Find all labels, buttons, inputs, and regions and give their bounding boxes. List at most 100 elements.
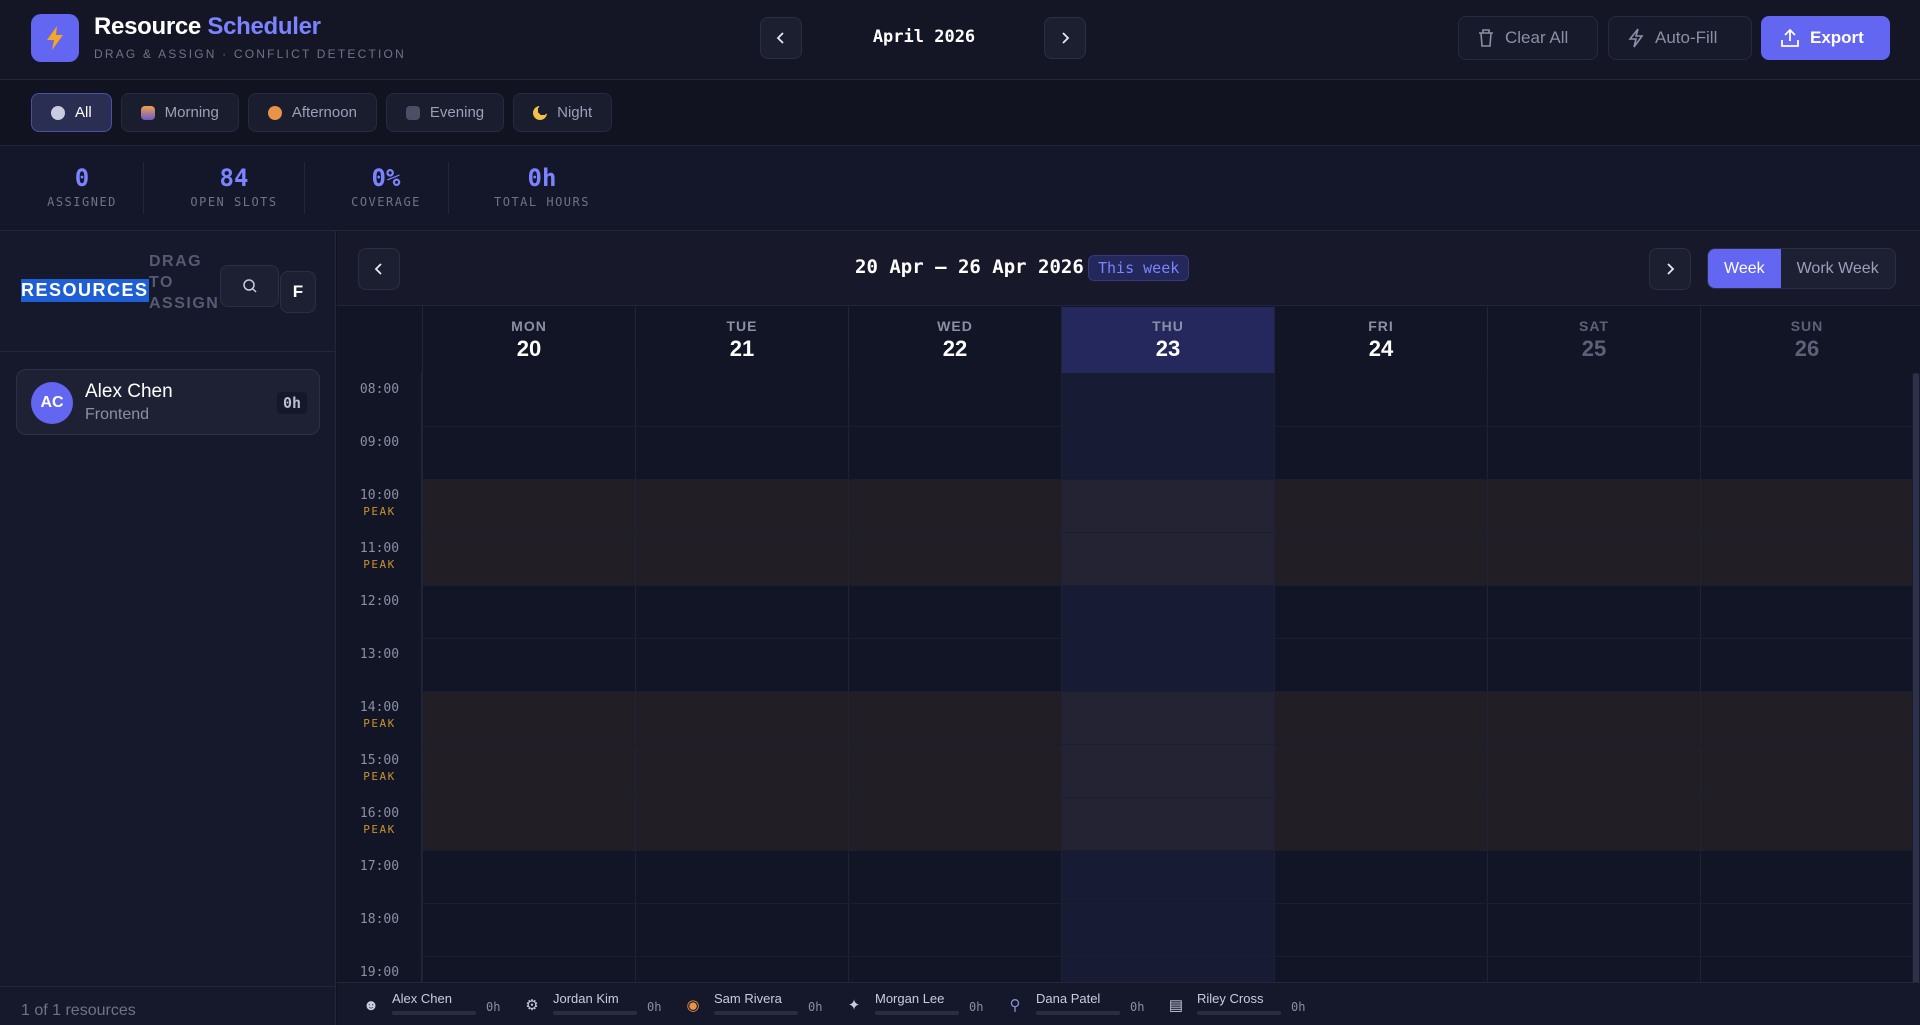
day-name: MON <box>511 318 547 334</box>
city-night-icon <box>405 105 420 120</box>
view-work-week-button[interactable]: Work Week <box>1781 249 1895 288</box>
time-value: 09:00 <box>359 435 400 450</box>
divider <box>0 351 336 352</box>
prev-month-button[interactable] <box>760 17 802 59</box>
filter-button[interactable]: F <box>280 271 316 313</box>
load-bar <box>553 1011 637 1015</box>
clipboard-icon: ▤ <box>1168 997 1184 1014</box>
time-label: 16:00 PEAK <box>337 806 422 838</box>
magnifier-icon: ⚲ <box>1009 997 1021 1014</box>
time-value: 11:00 <box>359 541 400 556</box>
footer-resource-name: Alex Chen <box>392 991 452 1006</box>
footer-resource-name: Riley Cross <box>1197 991 1264 1006</box>
next-month-button[interactable] <box>1044 17 1086 59</box>
day-column[interactable] <box>635 373 848 982</box>
filter-evening[interactable]: Evening <box>385 93 505 132</box>
hour-gridline <box>422 956 1920 957</box>
gear-icon: ⚙ <box>525 997 539 1014</box>
filter-afternoon[interactable]: Afternoon <box>247 93 377 132</box>
time-label: 18:00 <box>337 912 422 928</box>
filter-label: Afternoon <box>291 104 357 121</box>
time-label: 13:00 <box>337 647 422 663</box>
day-name: FRI <box>1368 318 1394 334</box>
app-title: Resource Scheduler <box>94 13 321 40</box>
peak-label: PEAK <box>363 505 396 518</box>
load-bar <box>1036 1011 1120 1015</box>
day-header: WED 22 <box>848 307 1061 373</box>
footer-resource-name: Jordan Kim <box>553 991 619 1006</box>
day-header: TUE 21 <box>635 307 848 373</box>
time-column: 08:00 09:00 10:00 PEAK 11:00 PEAK 12:00 13:00 14… <box>337 373 422 982</box>
clear-all-label: Clear All <box>1505 28 1569 47</box>
avatar: AC <box>31 382 73 424</box>
time-label: 17:00 <box>337 859 422 875</box>
footer-resource-name: Dana Patel <box>1036 991 1101 1006</box>
day-header-today: THU 23 <box>1061 307 1274 373</box>
wrench-icon: ✦ <box>847 997 861 1014</box>
shift-filters: All Morning Afternoon Evening Night <box>31 93 613 132</box>
export-button[interactable]: Export <box>1761 16 1890 60</box>
time-label: 19:00 <box>337 965 422 981</box>
day-header: MON 20 <box>422 307 635 373</box>
time-label: 15:00 PEAK <box>337 753 422 785</box>
time-value: 10:00 <box>359 488 400 503</box>
prev-week-button[interactable] <box>358 248 400 290</box>
week-calendar: 20 Apr – 26 Apr 2026 This week Week Work… <box>337 231 1920 982</box>
day-date: 21 <box>729 336 755 361</box>
auto-fill-button[interactable]: Auto-Fill <box>1608 16 1752 60</box>
footer-resource-name: Morgan Lee <box>875 991 945 1006</box>
palette-icon: ◉ <box>686 997 700 1014</box>
hour-gridline <box>422 903 1920 904</box>
day-column[interactable] <box>1274 373 1487 982</box>
resource-card[interactable]: AC Alex Chen Frontend 0h <box>16 369 320 435</box>
stat-value: 0 <box>74 164 90 192</box>
drag-hint: DRAG TO ASSIGN <box>149 253 220 312</box>
footer-resource-hours: 0h <box>808 1000 823 1014</box>
resource-load-strip: ☻ Alex Chen 0h ⚙ Jordan Kim 0h ◉ Sam Riv… <box>337 982 1920 1025</box>
filter-night[interactable]: Night <box>513 93 613 132</box>
day-date: 22 <box>942 336 968 361</box>
scrollbar-thumb[interactable] <box>1913 373 1919 982</box>
next-week-button[interactable] <box>1649 248 1691 290</box>
day-column[interactable] <box>848 373 1061 982</box>
search-button[interactable] <box>220 265 279 307</box>
day-name: SUN <box>1790 318 1824 334</box>
filter-morning[interactable]: Morning <box>120 93 239 132</box>
day-header: FRI 24 <box>1274 307 1487 373</box>
stats-bar: 0 ASSIGNED 84 OPEN SLOTS 0% COVERAGE 0h TOTA… <box>0 145 1920 231</box>
hour-gridline <box>422 691 1920 692</box>
chevron-right-icon <box>1667 263 1675 275</box>
this-week-badge[interactable]: This week <box>1088 255 1190 281</box>
load-bar <box>392 1011 476 1015</box>
person-icon: ☻ <box>363 997 379 1014</box>
stat-divider <box>143 162 144 214</box>
scrollbar[interactable] <box>1912 373 1920 982</box>
hour-gridline <box>422 744 1920 745</box>
day-date: 24 <box>1368 336 1394 361</box>
filter-label: Night <box>557 104 593 121</box>
filter-label: All <box>75 104 92 121</box>
view-week-button[interactable]: Week <box>1708 249 1781 288</box>
day-column[interactable] <box>422 373 635 982</box>
trash-icon <box>1479 29 1493 47</box>
day-name: TUE <box>726 318 758 334</box>
stat-divider <box>448 162 449 214</box>
peak-label: PEAK <box>363 717 396 730</box>
load-bar <box>714 1011 798 1015</box>
day-column[interactable] <box>1700 373 1913 982</box>
clear-all-button[interactable]: Clear All <box>1458 16 1598 60</box>
hour-gridline <box>422 426 1920 427</box>
day-date: 26 <box>1794 336 1820 361</box>
day-headers: MON 20 TUE 21 WED 22 THU 23 FRI 24 SAT 25 SUN 2… <box>422 307 1920 373</box>
clock-icon <box>51 105 65 120</box>
hour-gridline <box>422 797 1920 798</box>
filter-all[interactable]: All <box>31 93 112 132</box>
month-label: April 2026 <box>872 27 976 47</box>
resources-title: RESOURCES <box>21 279 149 302</box>
view-toggle: Week Work Week <box>1707 248 1896 289</box>
day-column-today[interactable] <box>1061 373 1274 982</box>
day-date: 20 <box>516 336 542 361</box>
day-name: SAT <box>1579 318 1609 334</box>
day-column[interactable] <box>1487 373 1700 982</box>
time-value: 14:00 <box>359 700 400 715</box>
